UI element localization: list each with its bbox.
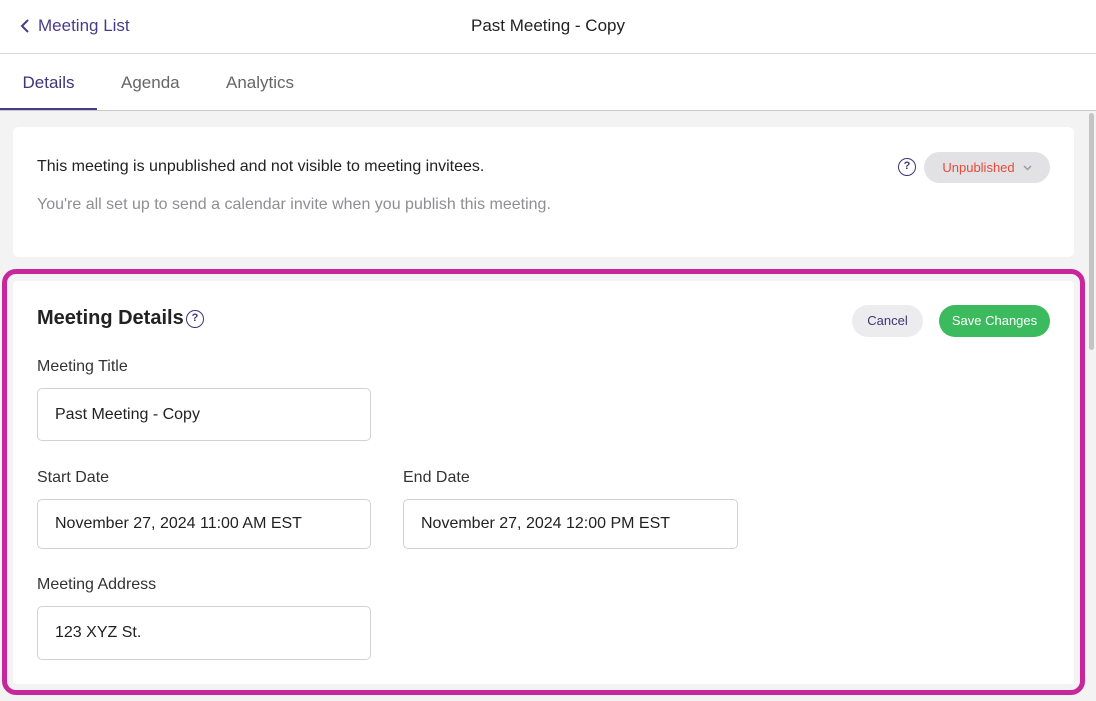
tab-agenda[interactable]: Agenda xyxy=(121,54,180,110)
top-bar: Meeting List Past Meeting - Copy xyxy=(0,0,1096,54)
publish-status-dropdown[interactable]: Unpublished xyxy=(924,152,1050,183)
tab-bar: Details Agenda Analytics xyxy=(0,54,1096,111)
page-title: Past Meeting - Copy xyxy=(470,16,625,35)
tab-analytics[interactable]: Analytics xyxy=(226,54,294,110)
highlight-outline xyxy=(2,269,1085,695)
publish-status-label: Unpublished xyxy=(942,160,1015,175)
publish-status-card: This meeting is unpublished and not visi… xyxy=(13,127,1074,257)
chevron-down-icon xyxy=(1023,164,1032,171)
status-heading: This meeting is unpublished and not visi… xyxy=(37,158,485,175)
status-subtext: You're all set up to send a calendar inv… xyxy=(37,196,551,213)
tab-details[interactable]: Details xyxy=(0,54,97,110)
help-icon[interactable]: ? xyxy=(898,158,916,176)
scrollbar-thumb[interactable] xyxy=(1089,113,1094,350)
